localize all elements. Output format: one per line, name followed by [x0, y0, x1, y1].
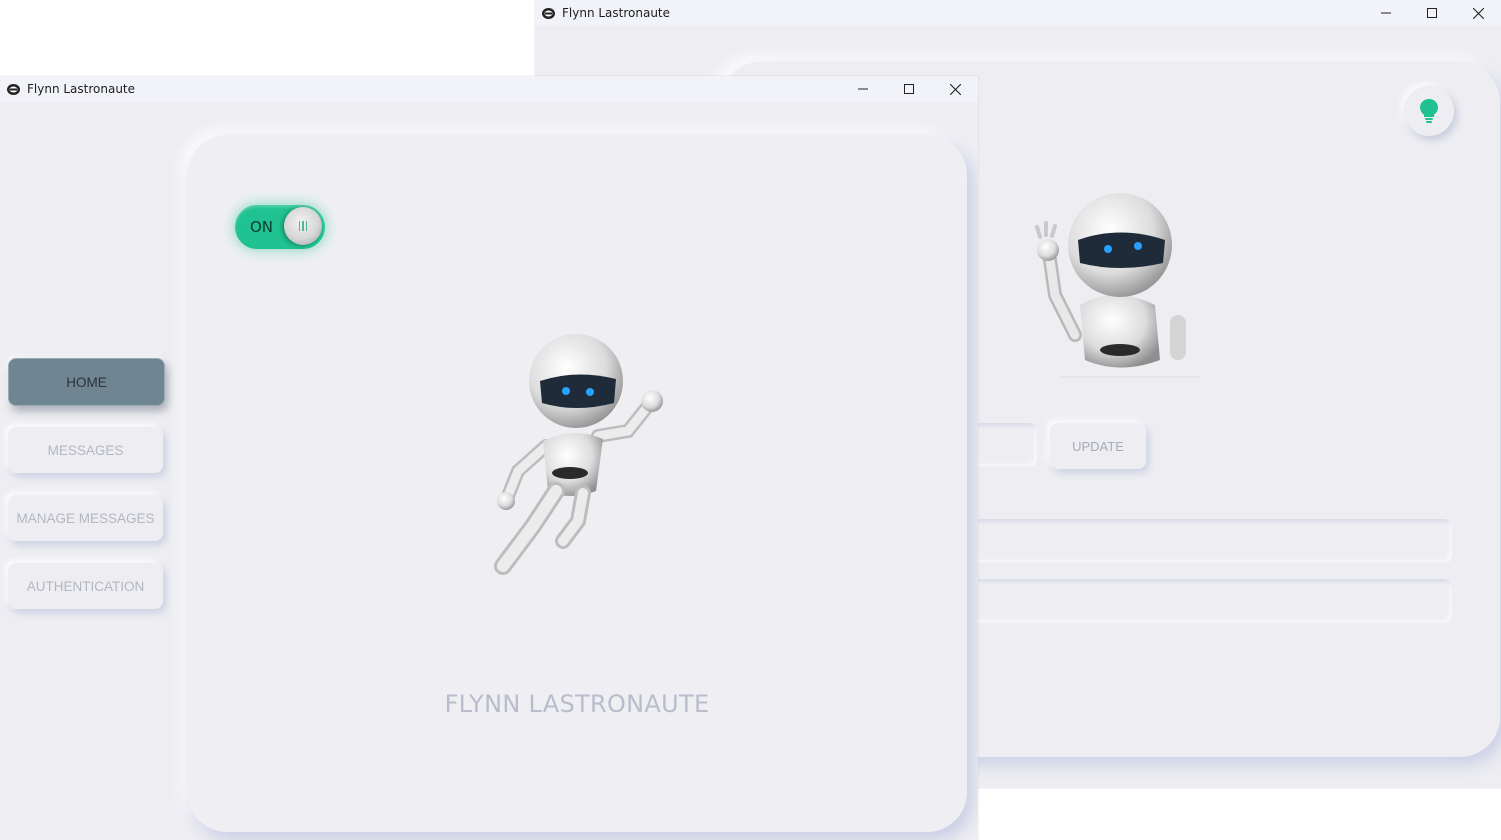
minimize-icon [858, 88, 868, 90]
robot-app-icon [5, 82, 21, 96]
minimize-icon [1381, 12, 1391, 14]
lightbulb-icon [1420, 99, 1438, 123]
close-button[interactable] [1455, 0, 1501, 26]
grip-icon [298, 221, 308, 231]
front-app-window: Flynn Lastronaute HOME MESSAGES MANAGE M… [0, 76, 978, 840]
flying-robot-image [478, 331, 678, 581]
power-toggle[interactable]: ON [235, 205, 325, 249]
close-button[interactable] [932, 76, 978, 102]
nav-messages-button[interactable]: MESSAGES [8, 427, 163, 473]
window-title: Flynn Lastronaute [27, 82, 136, 96]
close-icon [1472, 7, 1484, 19]
nav-manage-messages-button[interactable]: MANAGE MESSAGES [8, 495, 163, 541]
toggle-label: ON [250, 218, 274, 236]
update-button[interactable]: UPDATE [1050, 423, 1146, 469]
titlebar[interactable]: Flynn Lastronaute [535, 0, 1501, 26]
message-field-2[interactable] [935, 579, 1452, 623]
window-title: Flynn Lastronaute [562, 6, 671, 20]
nav-authentication-button[interactable]: AUTHENTICATION [8, 563, 163, 609]
toggle-knob[interactable] [284, 207, 322, 245]
brand-title: FLYNN LASTRONAUTE [444, 690, 710, 718]
nav-home-button[interactable]: HOME [8, 358, 165, 406]
maximize-icon [1427, 8, 1437, 18]
maximize-button[interactable] [1409, 0, 1455, 26]
titlebar[interactable]: Flynn Lastronaute [0, 76, 978, 102]
minimize-button[interactable] [1363, 0, 1409, 26]
close-icon [949, 83, 961, 95]
maximize-button[interactable] [886, 76, 932, 102]
message-field-1[interactable] [935, 519, 1452, 563]
theme-bulb-button[interactable] [1404, 86, 1454, 136]
robot-app-icon [540, 6, 556, 20]
minimize-button[interactable] [840, 76, 886, 102]
waving-robot-image [1020, 185, 1210, 380]
maximize-icon [904, 84, 914, 94]
